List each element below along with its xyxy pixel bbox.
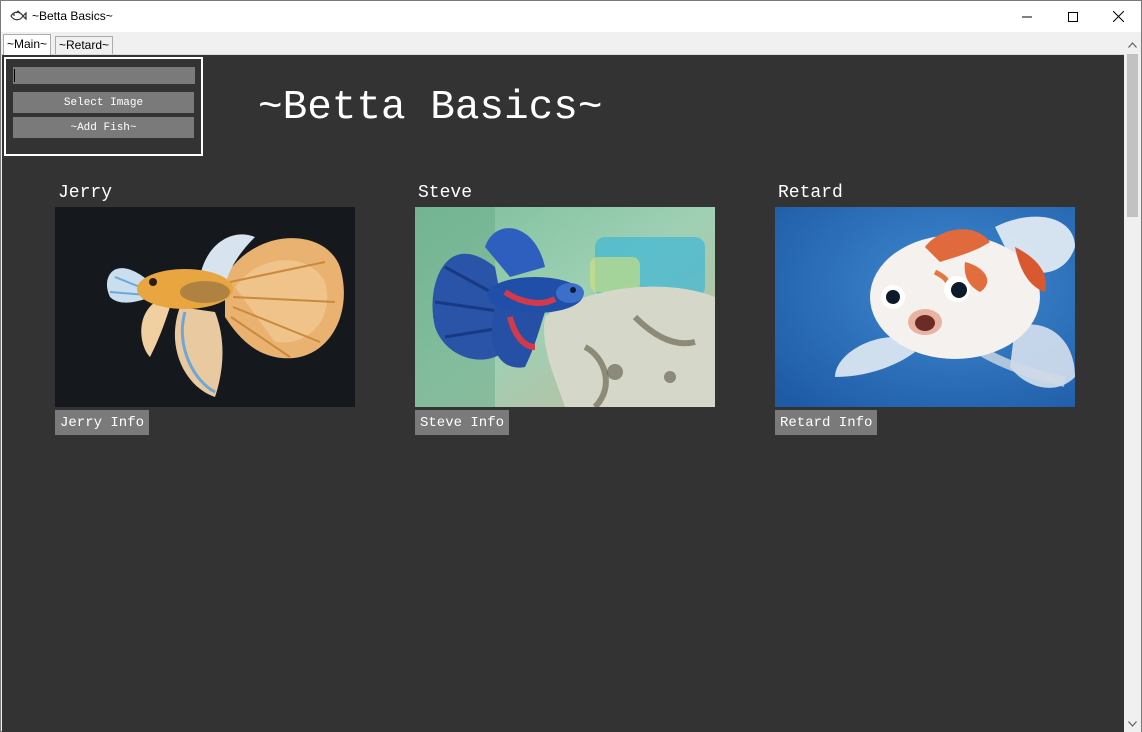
close-icon [1112,11,1124,22]
vertical-scrollbar[interactable] [1124,32,1141,732]
minimize-button[interactable] [1004,1,1050,32]
chevron-up-icon [1128,41,1137,48]
app-window: ~Betta Basics~ ~Main~ ~Retard~ Select Im… [0,0,1142,732]
retard-info-button[interactable]: Retard Info [775,410,878,435]
scrollbar-thumb[interactable] [1127,54,1138,217]
text-caret [14,69,15,82]
maximize-button[interactable] [1050,1,1096,32]
main-panel: Select Image ~Add Fish~ ~Betta Basics~ J… [2,55,1124,732]
scroll-down-button[interactable] [1124,715,1141,732]
fish-image-jerry [55,207,355,407]
add-fish-button[interactable]: ~Add Fish~ [13,117,194,138]
jerry-info-button[interactable]: Jerry Info [55,410,150,435]
steve-info-button[interactable]: Steve Info [415,410,510,435]
title-bar[interactable]: ~Betta Basics~ [1,1,1141,32]
fish-image-retard [775,207,1075,407]
window-title: ~Betta Basics~ [32,9,113,23]
tab-main[interactable]: ~Main~ [3,34,52,55]
add-fish-form: Select Image ~Add Fish~ [4,57,203,156]
scroll-up-button[interactable] [1124,36,1141,53]
fish-name-label: Retard [778,183,843,203]
chevron-down-icon [1128,720,1137,727]
fish-name-input[interactable] [13,67,195,84]
select-image-button[interactable]: Select Image [13,92,194,113]
fish-name-label: Steve [418,183,473,203]
tab-retard[interactable]: ~Retard~ [55,36,114,54]
page-title: ~Betta Basics~ [258,85,603,131]
maximize-icon [1068,11,1078,22]
tab-bar: ~Main~ ~Retard~ [1,32,1141,55]
minimize-icon [1022,16,1032,17]
fish-name-label: Jerry [58,183,113,203]
fish-icon [9,7,27,25]
close-button[interactable] [1095,1,1141,32]
fish-image-steve [415,207,715,407]
